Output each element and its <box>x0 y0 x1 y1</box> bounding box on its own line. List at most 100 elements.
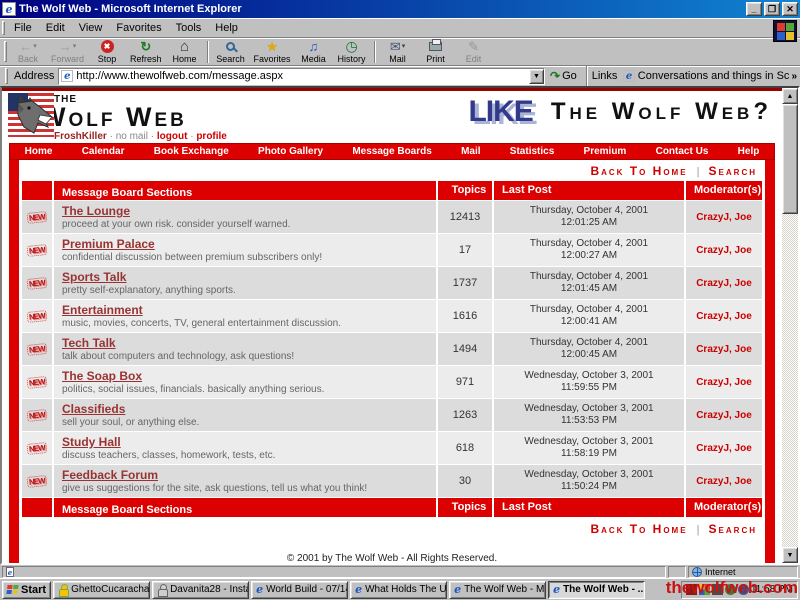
forward-button[interactable]: →▾ Forward <box>47 39 88 65</box>
search-button[interactable]: Search <box>212 39 250 65</box>
back-button[interactable]: ←▾ Back <box>9 39 47 65</box>
forward-dropdown-icon[interactable]: ▾ <box>73 40 77 53</box>
section-link[interactable]: Feedback Forum <box>62 468 158 482</box>
document-icon: e <box>6 567 14 577</box>
scroll-down-icon[interactable]: ▼ <box>782 547 798 563</box>
home-icon: ⌂ <box>180 40 189 53</box>
menu-item[interactable]: Help <box>208 20 245 36</box>
new-posts-icon: NEW <box>27 244 48 257</box>
scrollbar-thumb[interactable] <box>782 104 798 214</box>
nav-link[interactable]: Help <box>738 146 760 157</box>
moderators[interactable]: CrazyJ, Joe <box>686 234 762 266</box>
nav-link[interactable]: Calendar <box>82 146 125 157</box>
tagline-like: LIKE <box>468 95 532 129</box>
table-header-row: Message Board Sections Topics Last Post … <box>22 181 762 200</box>
section-link[interactable]: The Lounge <box>62 204 130 218</box>
moderators[interactable]: CrazyJ, Joe <box>686 432 762 464</box>
profile-link[interactable]: profile <box>196 131 227 142</box>
section-link[interactable]: Classifieds <box>62 402 125 416</box>
moderators[interactable]: CrazyJ, Joe <box>686 399 762 431</box>
toolbar-grip[interactable] <box>4 41 7 63</box>
moderators[interactable]: CrazyJ, Joe <box>686 333 762 365</box>
nav-link[interactable]: Statistics <box>510 146 554 157</box>
last-post-date: Wednesday, October 3, 2001 <box>524 469 653 481</box>
moderators[interactable]: CrazyJ, Joe <box>686 300 762 332</box>
start-button[interactable]: Start <box>2 581 51 599</box>
taskbar-task-active[interactable]: e The Wolf Web - ... <box>548 581 645 599</box>
topics-count: 30 <box>438 465 492 497</box>
taskbar-task-ie1[interactable]: e World Build - 07/14... <box>251 581 348 599</box>
links-label: Links <box>592 70 618 82</box>
ie-app-icon: e <box>2 2 16 16</box>
mail-dropdown-icon[interactable]: ▾ <box>402 40 406 53</box>
toolbar-grip[interactable] <box>2 21 5 35</box>
moderators[interactable]: CrazyJ, Joe <box>686 465 762 497</box>
taskbar-task-ie3[interactable]: e The Wolf Web - Mic... <box>449 581 546 599</box>
menu-item[interactable]: Favorites <box>109 20 168 36</box>
links-overflow-chevron[interactable]: » <box>791 71 797 82</box>
vertical-scrollbar[interactable]: ▲ ▼ <box>782 88 798 563</box>
history-button[interactable]: ◷ History <box>333 39 371 65</box>
favorites-button[interactable]: ★ Favorites <box>250 39 295 65</box>
close-button[interactable]: ✕ <box>782 2 798 16</box>
home-button[interactable]: ⌂ Home <box>166 39 204 65</box>
menu-item[interactable]: File <box>7 20 39 36</box>
section-link[interactable]: Sports Talk <box>62 270 126 284</box>
last-post-time: 12:01:45 AM <box>561 283 617 295</box>
nav-link[interactable]: Contact Us <box>656 146 709 157</box>
nav-link[interactable]: Book Exchange <box>154 146 229 157</box>
last-post-date: Wednesday, October 3, 2001 <box>524 436 653 448</box>
taskbar-task-im[interactable]: Davanita28 - Instant... <box>152 581 249 599</box>
nav-link[interactable]: Mail <box>461 146 480 157</box>
taskbar-task-ie2[interactable]: e What Holds The Un... <box>350 581 447 599</box>
edit-button[interactable]: ✎ Edit <box>455 39 493 65</box>
search-link[interactable]: Search <box>709 522 757 536</box>
section-link[interactable]: The Soap Box <box>62 369 142 383</box>
back-to-home-link[interactable]: Back To Home <box>590 164 687 178</box>
scroll-up-icon[interactable]: ▲ <box>782 88 798 104</box>
media-button[interactable]: ♫ Media <box>295 39 333 65</box>
restore-button[interactable]: ❐ <box>764 2 780 16</box>
section-link[interactable]: Premium Palace <box>62 237 155 251</box>
search-link[interactable]: Search <box>709 164 757 178</box>
status-empty-pane <box>668 566 686 578</box>
menu-item[interactable]: View <box>72 20 110 36</box>
back-to-home-link[interactable]: Back To Home <box>590 522 687 536</box>
header-topics: Topics <box>438 181 492 200</box>
print-button[interactable]: Print <box>417 39 455 65</box>
stop-button[interactable]: ✖ Stop <box>88 39 126 65</box>
address-dropdown-button[interactable]: ▼ <box>529 69 544 84</box>
address-input[interactable]: e http://www.thewolfweb.com/message.aspx… <box>58 68 545 85</box>
menu-item[interactable]: Edit <box>39 20 72 36</box>
last-post-time: 11:50:24 PM <box>561 481 617 493</box>
nav-link[interactable]: Home <box>25 146 53 157</box>
links-item[interactable]: e Conversations and things in Sc <box>623 70 789 82</box>
moderators[interactable]: CrazyJ, Joe <box>686 201 762 233</box>
taskbar: Start GhettoCucaracha's ... Davanita28 -… <box>0 578 800 600</box>
section-link[interactable]: Entertainment <box>62 303 143 317</box>
refresh-button[interactable]: ↻ Refresh <box>126 39 166 65</box>
nav-link[interactable]: Photo Gallery <box>258 146 323 157</box>
section-description: proceed at your own risk. consider yours… <box>62 219 290 230</box>
minimize-button[interactable]: _ <box>746 2 762 16</box>
menu-item[interactable]: Tools <box>169 20 209 36</box>
window-titlebar[interactable]: e The Wolf Web - Microsoft Internet Expl… <box>0 0 800 18</box>
go-button[interactable]: ↷ Go <box>545 69 582 83</box>
section-link[interactable]: Study Hall <box>62 435 121 449</box>
section-description: politics, social issues, financials. bas… <box>62 384 324 395</box>
logout-link[interactable]: logout <box>157 131 188 142</box>
site-logo[interactable]: The Wolf Web FroshKiller · no mail · log… <box>8 93 227 142</box>
section-link[interactable]: Tech Talk <box>62 336 116 350</box>
nav-link[interactable]: Premium <box>584 146 627 157</box>
back-dropdown-icon[interactable]: ▾ <box>33 40 37 53</box>
last-post-time: 12:00:45 AM <box>561 349 617 361</box>
site-title: The Wolf Web FroshKiller · no mail · log… <box>40 94 227 142</box>
last-post-date: Thursday, October 4, 2001 <box>530 304 648 316</box>
last-post-time: 11:58:19 PM <box>561 448 617 460</box>
moderators[interactable]: CrazyJ, Joe <box>686 366 762 398</box>
moderators[interactable]: CrazyJ, Joe <box>686 267 762 299</box>
taskbar-task-aim[interactable]: GhettoCucaracha's ... <box>53 581 150 599</box>
mail-button[interactable]: ✉▾ Mail <box>379 39 417 65</box>
nav-link[interactable]: Message Boards <box>352 146 431 157</box>
toolbar-grip[interactable] <box>5 68 8 84</box>
